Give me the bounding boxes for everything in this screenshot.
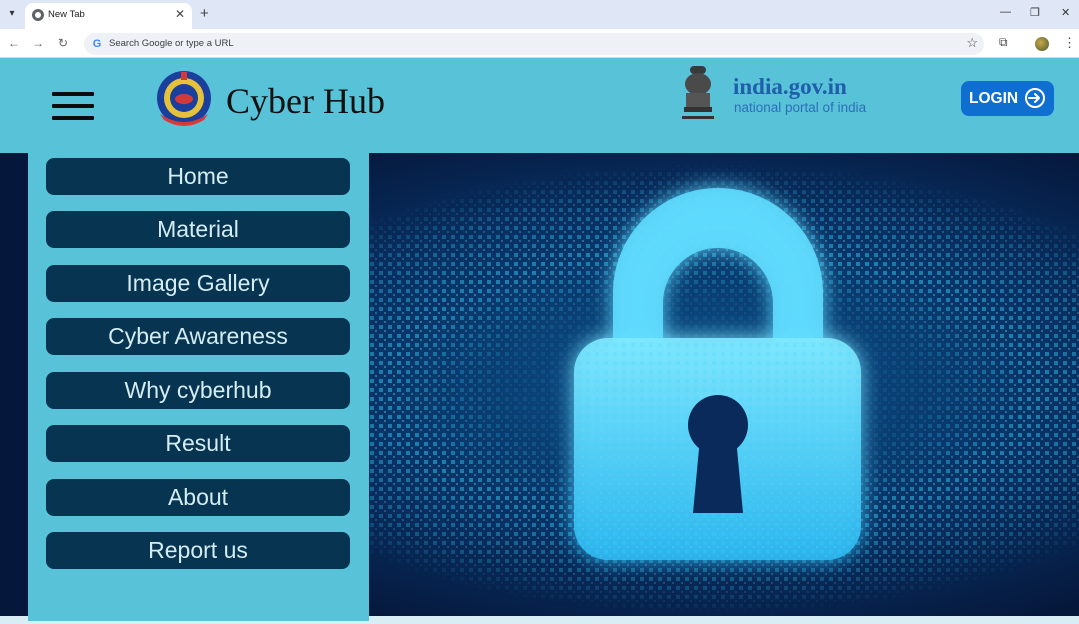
browser-toolbar: ← → ↻ G Search Google or type a URL ☆ [0, 29, 1079, 58]
login-button[interactable]: LOGIN [961, 81, 1054, 116]
tab-title: New Tab [48, 9, 85, 20]
browser-tab-bar: ▾ New Tab ✕ + — ❐ ✕ [0, 0, 1079, 29]
google-icon: G [92, 38, 102, 50]
login-arrow-icon [1025, 88, 1045, 108]
menu-item-about[interactable]: About [46, 479, 350, 516]
back-icon[interactable]: ← [8, 36, 20, 50]
omnibox-placeholder: Search Google or type a URL [109, 38, 234, 49]
gov-portal-subtitle: national portal of india [734, 100, 867, 115]
tab-search-chevron-icon[interactable]: ▾ [4, 6, 20, 22]
menu-item-home[interactable]: Home [46, 158, 350, 195]
menu-item-result[interactable]: Result [46, 425, 350, 462]
site-title: Cyber Hub [226, 81, 385, 121]
national-emblem-logo [682, 66, 714, 119]
site-header: Cyber Hub india.gov.in national portal o… [0, 58, 1079, 153]
gov-portal-name[interactable]: india.gov.in [733, 74, 847, 100]
restore-icon[interactable]: ❐ [1030, 6, 1040, 19]
menu-item-report-us[interactable]: Report us [46, 532, 350, 569]
new-tab-icon[interactable]: + [200, 5, 209, 22]
extensions-icon[interactable]: ⧉ [999, 35, 1008, 50]
chrome-favicon-icon [32, 9, 44, 21]
police-emblem-logo [157, 71, 211, 126]
window-close-icon[interactable]: ✕ [1061, 6, 1070, 19]
omnibox[interactable]: G Search Google or type a URL ☆ [84, 33, 984, 55]
profile-avatar[interactable] [1035, 37, 1049, 51]
bookmark-star-icon[interactable]: ☆ [966, 35, 978, 51]
reload-icon[interactable]: ↻ [58, 36, 68, 50]
menu-item-material[interactable]: Material [46, 211, 350, 248]
hamburger-icon[interactable] [52, 92, 94, 120]
browser-tab[interactable]: New Tab ✕ [25, 3, 192, 29]
menu-item-cyber-awareness[interactable]: Cyber Awareness [46, 318, 350, 355]
browser-menu-icon[interactable]: ⋮ [1063, 35, 1076, 51]
forward-icon[interactable]: → [32, 36, 44, 50]
side-menu: Home Material Image Gallery Cyber Awaren… [28, 153, 369, 621]
minimize-icon[interactable]: — [1000, 6, 1011, 18]
login-label: LOGIN [969, 90, 1019, 107]
tab-close-icon[interactable]: ✕ [175, 7, 185, 21]
menu-item-image-gallery[interactable]: Image Gallery [46, 265, 350, 302]
menu-item-why-cyberhub[interactable]: Why cyberhub [46, 372, 350, 409]
